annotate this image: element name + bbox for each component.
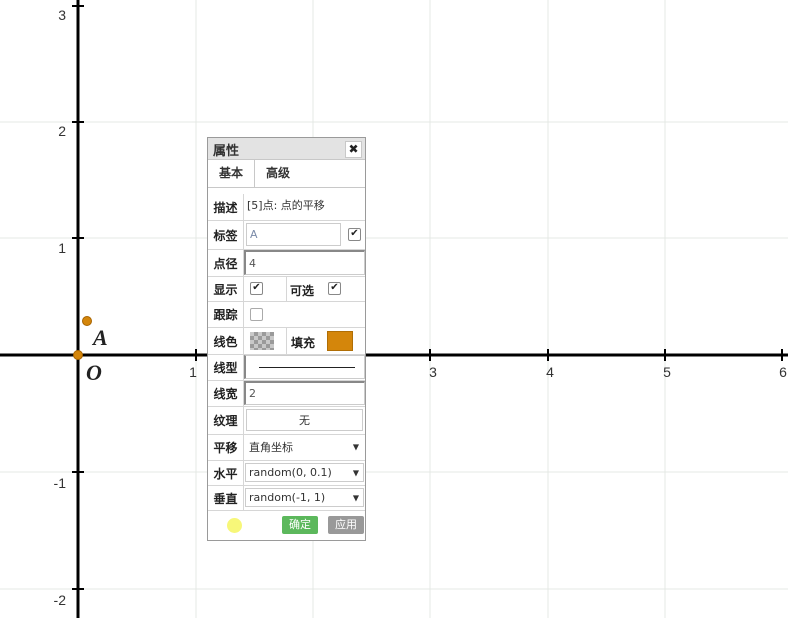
x-tick-label: 1: [189, 364, 197, 380]
row-label: 水平: [208, 461, 244, 485]
row-label: 显示: [208, 277, 244, 301]
row-texture: 纹理 无: [208, 407, 365, 435]
line-color-swatch[interactable]: [250, 332, 274, 350]
horizontal-value: random(0, 0.1): [249, 466, 332, 479]
dropdown-arrow-icon: ▼: [352, 468, 359, 477]
row-label: 线色: [208, 328, 244, 354]
horizontal-select[interactable]: random(0, 0.1) ▼: [245, 463, 364, 482]
properties-dialog[interactable]: 属性 ✖ 基本 高级 描述 [5]点: 点的平移 标签 A ✔ 点径 4 显示 …: [207, 137, 366, 541]
row-point-size: 点径 4: [208, 250, 365, 277]
dialog-title: 属性: [213, 144, 240, 159]
row-label: 线宽: [208, 381, 244, 406]
line-width-input[interactable]: 2: [244, 381, 365, 405]
row-label: 平移: [208, 435, 244, 460]
vertical-value: random(-1, 1): [249, 491, 326, 504]
row-line-type: 线型: [208, 355, 365, 381]
row-trace: 跟踪: [208, 302, 365, 328]
point-size-input[interactable]: 4: [244, 250, 365, 275]
dialog-titlebar[interactable]: 属性 ✖: [208, 138, 365, 160]
row-label: 线型: [208, 355, 244, 380]
y-tick-label: 1: [58, 240, 66, 256]
translate-value: 直角坐标: [249, 441, 293, 454]
row-label-text: 标签 A ✔: [208, 221, 365, 250]
divider: [286, 277, 287, 301]
ok-button[interactable]: 确定: [282, 516, 318, 534]
row-label: 标签: [208, 221, 244, 249]
dropdown-arrow-icon: ▼: [352, 442, 359, 452]
origin-point[interactable]: [73, 350, 83, 360]
x-tick-label: 6: [779, 364, 787, 380]
tab-bar: 基本 高级: [208, 160, 365, 188]
y-tick-label: 2: [58, 123, 66, 139]
row-horizontal: 水平 random(0, 0.1) ▼: [208, 461, 365, 486]
line-type-selector[interactable]: [244, 355, 365, 379]
row-label: 跟踪: [208, 302, 244, 327]
y-tick-label: 3: [58, 7, 66, 23]
x-tick-label: 3: [429, 364, 437, 380]
row-label: 垂直: [208, 486, 244, 510]
row-description: 描述 [5]点: 点的平移: [208, 194, 365, 221]
tab-advanced[interactable]: 高级: [258, 160, 298, 187]
vertical-select[interactable]: random(-1, 1) ▼: [245, 488, 364, 507]
row-vertical: 垂直 random(-1, 1) ▼: [208, 486, 365, 511]
highlight-dot-icon[interactable]: [227, 518, 242, 533]
row-line-width: 线宽 2: [208, 381, 365, 407]
description-value[interactable]: [5]点: 点的平移: [244, 194, 365, 219]
origin-label: O: [86, 360, 102, 385]
apply-button[interactable]: 应用: [328, 516, 364, 534]
line-sample: [259, 366, 355, 368]
show-checkbox[interactable]: ✔: [250, 282, 263, 295]
translate-select[interactable]: 直角坐标 ▼: [246, 437, 363, 457]
y-tick-label: -1: [54, 475, 67, 491]
texture-button[interactable]: 无: [246, 409, 363, 431]
fill-color-swatch[interactable]: [327, 331, 353, 351]
label-visible-checkbox[interactable]: ✔: [348, 228, 361, 241]
label-input[interactable]: A: [246, 223, 341, 246]
row-label: 纹理: [208, 407, 244, 434]
row-show-selectable: 显示 ✔ 可选 ✔: [208, 277, 365, 302]
selectable-checkbox[interactable]: ✔: [328, 282, 341, 295]
row-label: 描述: [208, 194, 244, 220]
selectable-label: 可选: [290, 284, 315, 298]
trace-checkbox[interactable]: [250, 308, 263, 321]
row-label: 点径: [208, 250, 244, 276]
point-a-label: A: [91, 325, 108, 350]
row-colors: 线色 填充: [208, 328, 365, 355]
tab-basic[interactable]: 基本: [208, 160, 255, 187]
close-icon[interactable]: ✖: [345, 141, 362, 158]
coordinate-plane[interactable]: 1 3 4 5 6 3 2 1 -1 -2 A O: [0, 0, 788, 618]
fill-label: 填充: [291, 336, 316, 350]
divider: [286, 328, 287, 354]
y-tick-label: -2: [54, 592, 67, 608]
row-translate: 平移 直角坐标 ▼: [208, 435, 365, 461]
dropdown-arrow-icon: ▼: [352, 493, 359, 502]
point-a[interactable]: [82, 316, 92, 326]
x-tick-label: 4: [546, 364, 554, 380]
x-tick-label: 5: [663, 364, 671, 380]
